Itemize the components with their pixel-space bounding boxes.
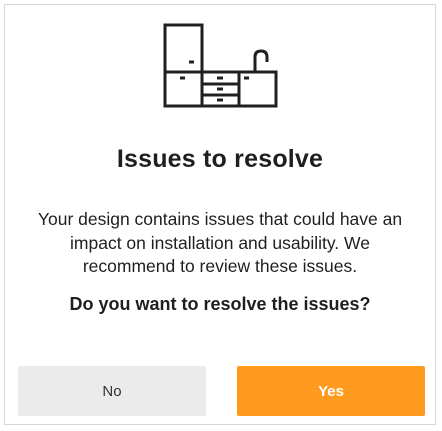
- no-button-label: No: [102, 382, 122, 400]
- no-button[interactable]: No: [18, 366, 206, 416]
- yes-button[interactable]: Yes: [237, 366, 425, 416]
- resolve-issues-dialog: Issues to resolve Your design contains i…: [4, 4, 436, 425]
- dialog-message: Your design contains issues that could h…: [37, 209, 403, 276]
- icon-container: [5, 21, 435, 113]
- yes-button-label: Yes: [318, 382, 344, 400]
- dialog-title: Issues to resolve: [116, 145, 324, 173]
- kitchen-cabinets-icon: [163, 23, 278, 108]
- dialog-question: Do you want to resolve the issues?: [69, 294, 371, 314]
